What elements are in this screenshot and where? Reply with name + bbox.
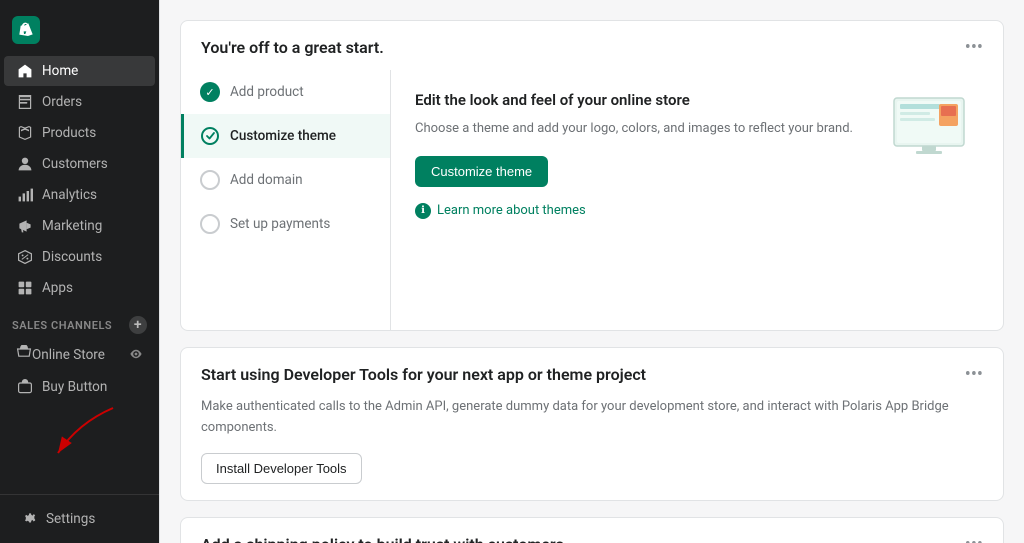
- discounts-icon: [16, 248, 34, 266]
- online-store-icon: [16, 345, 32, 365]
- sidebar-item-customers[interactable]: Customers: [4, 149, 155, 179]
- dev-tools-header: Start using Developer Tools for your nex…: [181, 348, 1003, 397]
- sidebar-item-online-store[interactable]: Online Store: [4, 339, 155, 371]
- customers-label: Customers: [42, 156, 108, 172]
- active-step-description: Choose a theme and add your logo, colors…: [415, 119, 859, 140]
- buy-button-label: Buy Button: [42, 379, 107, 395]
- analytics-icon: [16, 186, 34, 204]
- active-step-title: Edit the look and feel of your online st…: [415, 90, 859, 111]
- main-content: You're off to a great start. ••• ✓ Add p…: [160, 0, 1024, 543]
- home-label: Home: [42, 63, 78, 79]
- sidebar-item-marketing[interactable]: Marketing: [4, 211, 155, 241]
- learn-more-label: Learn more about themes: [437, 203, 586, 218]
- dev-tools-title: Start using Developer Tools for your nex…: [201, 365, 646, 384]
- sidebar-bottom: Settings: [0, 494, 159, 543]
- dev-tools-card: Start using Developer Tools for your nex…: [180, 347, 1004, 501]
- settings-icon: [20, 510, 38, 528]
- sidebar: Home Orders Products: [0, 0, 160, 543]
- customize-theme-button[interactable]: Customize theme: [415, 156, 548, 187]
- products-icon: [16, 124, 34, 142]
- step-payments-icon: [200, 214, 220, 234]
- step-add-product-label: Add product: [230, 84, 304, 100]
- step-customize-theme-label: Customize theme: [230, 128, 336, 144]
- buy-button-icon: [16, 378, 34, 396]
- analytics-label: Analytics: [42, 187, 97, 203]
- step-payments-label: Set up payments: [230, 216, 330, 232]
- apps-icon: [16, 279, 34, 297]
- orders-label: Orders: [42, 94, 82, 110]
- step-customize-theme[interactable]: Customize theme: [181, 114, 390, 158]
- shipping-dots-menu[interactable]: •••: [965, 534, 983, 543]
- sidebar-logo: [0, 8, 159, 52]
- step-set-up-payments[interactable]: Set up payments: [181, 202, 390, 246]
- checklist-title: You're off to a great start.: [201, 38, 384, 57]
- store-illustration-svg: [884, 90, 974, 170]
- dev-tools-body: Make authenticated calls to the Admin AP…: [181, 397, 1003, 500]
- sidebar-nav: Home Orders Products: [0, 0, 159, 494]
- sidebar-item-apps[interactable]: Apps: [4, 273, 155, 303]
- checklist-active-content: Edit the look and feel of your online st…: [391, 70, 1003, 330]
- discounts-label: Discounts: [42, 249, 102, 265]
- sidebar-item-buy-button[interactable]: Buy Button: [4, 372, 155, 402]
- sidebar-item-analytics[interactable]: Analytics: [4, 180, 155, 210]
- orders-icon: [16, 93, 34, 111]
- step-add-domain-label: Add domain: [230, 172, 303, 188]
- sidebar-item-products[interactable]: Products: [4, 118, 155, 148]
- settings-label: Settings: [46, 511, 95, 527]
- shopify-logo-icon: [12, 16, 40, 44]
- theme-illustration: [879, 90, 979, 310]
- shipping-card-header: Add a shipping policy to build trust wit…: [181, 518, 1003, 543]
- home-icon: [16, 62, 34, 80]
- online-store-label: Online Store: [32, 347, 105, 363]
- step-todo-icon: [200, 170, 220, 190]
- marketing-label: Marketing: [42, 218, 102, 234]
- add-channel-button[interactable]: +: [129, 316, 147, 334]
- shipping-card: Add a shipping policy to build trust wit…: [180, 517, 1004, 543]
- shipping-title: Add a shipping policy to build trust wit…: [201, 535, 564, 543]
- checklist-steps: ✓ Add product Customize theme: [181, 70, 391, 330]
- step-done-icon: ✓: [200, 82, 220, 102]
- sidebar-item-home[interactable]: Home: [4, 56, 155, 86]
- checklist-layout: ✓ Add product Customize theme: [181, 70, 1003, 330]
- sidebar-item-settings[interactable]: Settings: [8, 504, 151, 534]
- checklist-card-header: You're off to a great start. •••: [181, 21, 1003, 70]
- sidebar-item-discounts[interactable]: Discounts: [4, 242, 155, 272]
- marketing-icon: [16, 217, 34, 235]
- step-active-icon: [200, 126, 220, 146]
- dev-tools-description: Make authenticated calls to the Admin AP…: [201, 397, 983, 439]
- products-label: Products: [42, 125, 96, 141]
- apps-label: Apps: [42, 280, 73, 296]
- customers-icon: [16, 155, 34, 173]
- checklist-card: You're off to a great start. ••• ✓ Add p…: [180, 20, 1004, 331]
- info-icon: ℹ: [415, 203, 431, 219]
- eye-icon[interactable]: [129, 347, 143, 364]
- sidebar-item-orders[interactable]: Orders: [4, 87, 155, 117]
- checklist-text: Edit the look and feel of your online st…: [415, 90, 859, 310]
- online-store-left: Online Store: [16, 345, 105, 365]
- learn-more-link[interactable]: ℹ Learn more about themes: [415, 203, 859, 219]
- dev-tools-dots-menu[interactable]: •••: [965, 364, 983, 385]
- step-add-product[interactable]: ✓ Add product: [181, 70, 390, 114]
- sales-channels-section: SALES CHANNELS +: [0, 304, 159, 338]
- sales-channels-label: SALES CHANNELS: [12, 319, 112, 332]
- checklist-dots-menu[interactable]: •••: [965, 37, 983, 58]
- step-add-domain[interactable]: Add domain: [181, 158, 390, 202]
- install-dev-tools-button[interactable]: Install Developer Tools: [201, 453, 362, 484]
